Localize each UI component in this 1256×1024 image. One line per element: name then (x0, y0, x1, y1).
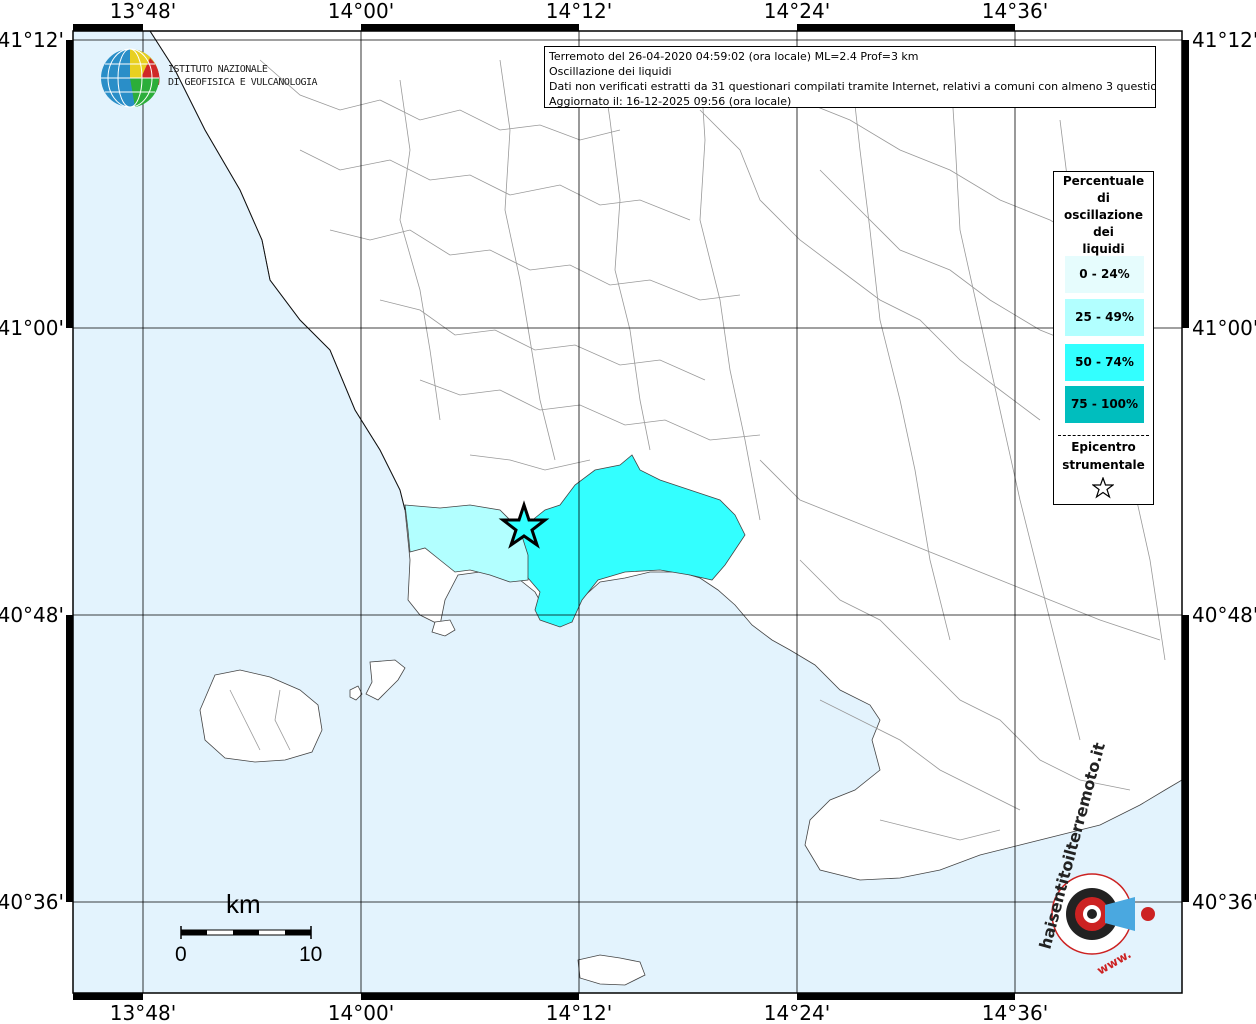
lon-tick-bottom-2: 14°00' (328, 1001, 394, 1024)
legend-title-line: di (1097, 191, 1110, 205)
legend-separator (1058, 435, 1149, 436)
lat-tick-left-2: 41°00' (0, 316, 64, 340)
ingv-line-1: ISTITUTO NAZIONALE (168, 64, 268, 75)
legend-epicenter-line: Epicentro (1071, 440, 1136, 454)
legend-epicenter-label: Epicentro strumentale (1054, 438, 1153, 474)
lon-tick-bottom-4: 14°24' (764, 1001, 830, 1024)
legend-item-75-100: 75 - 100% (1065, 386, 1144, 423)
legend-title-line: dei (1093, 225, 1114, 239)
info-line-1: Terremoto del 26-04-2020 04:59:02 (ora l… (549, 50, 919, 63)
scale-start-label: 0 (175, 943, 187, 966)
info-line-2: Oscillazione dei liquidi (549, 65, 672, 78)
legend-item-50-74: 50 - 74% (1065, 344, 1144, 381)
scale-unit-label: km (226, 889, 261, 919)
legend-title-line: Percentuale (1062, 174, 1145, 188)
lon-tick-bottom-5: 14°36' (982, 1001, 1048, 1024)
legend: Percentuale di oscillazione dei liquidi … (1053, 171, 1154, 505)
lon-tick-top-1: 13°48' (110, 0, 176, 23)
lon-tick-bottom-3: 14°12' (546, 1001, 612, 1024)
ingv-logo-text: ISTITUTO NAZIONALE DI GEOFISICA E VULCAN… (168, 63, 318, 89)
legend-epicenter-line: strumentale (1062, 458, 1145, 472)
lat-tick-right-2: 41°00' (1192, 316, 1256, 340)
lon-tick-top-4: 14°24' (764, 0, 830, 23)
lon-tick-top-5: 14°36' (982, 0, 1048, 23)
info-line-3: Dati non verificati estratti da 31 quest… (549, 80, 1156, 93)
scale-end-label: 10 (299, 943, 323, 966)
earthquake-info-box: Terremoto del 26-04-2020 04:59:02 (ora l… (544, 46, 1156, 108)
lon-tick-top-3: 14°12' (546, 0, 612, 23)
lat-tick-left-3: 40°48' (0, 603, 64, 627)
lat-tick-right-4: 40°36' (1192, 890, 1256, 914)
lat-tick-left-1: 41°12' (0, 28, 64, 52)
lat-tick-right-3: 40°48' (1192, 603, 1256, 627)
info-line-4: Aggiornato il: 16-12-2025 09:56 (ora loc… (549, 95, 792, 108)
lon-tick-top-2: 14°00' (328, 0, 394, 23)
lon-tick-bottom-1: 13°48' (110, 1001, 176, 1024)
intensity-map: 13°48' 14°00' 14°12' 14°24' 14°36' 13°48… (0, 0, 1256, 1024)
legend-star-icon (1092, 477, 1114, 499)
lat-tick-right-1: 41°12' (1192, 28, 1256, 52)
legend-title-line: oscillazione (1064, 208, 1143, 222)
legend-item-25-49: 25 - 49% (1065, 299, 1144, 336)
ingv-line-2: DI GEOFISICA E VULCANOLOGIA (168, 77, 318, 88)
lat-tick-left-4: 40°36' (0, 890, 64, 914)
legend-item-0-24: 0 - 24% (1065, 256, 1144, 293)
legend-title: Percentuale di oscillazione dei liquidi (1054, 173, 1153, 258)
